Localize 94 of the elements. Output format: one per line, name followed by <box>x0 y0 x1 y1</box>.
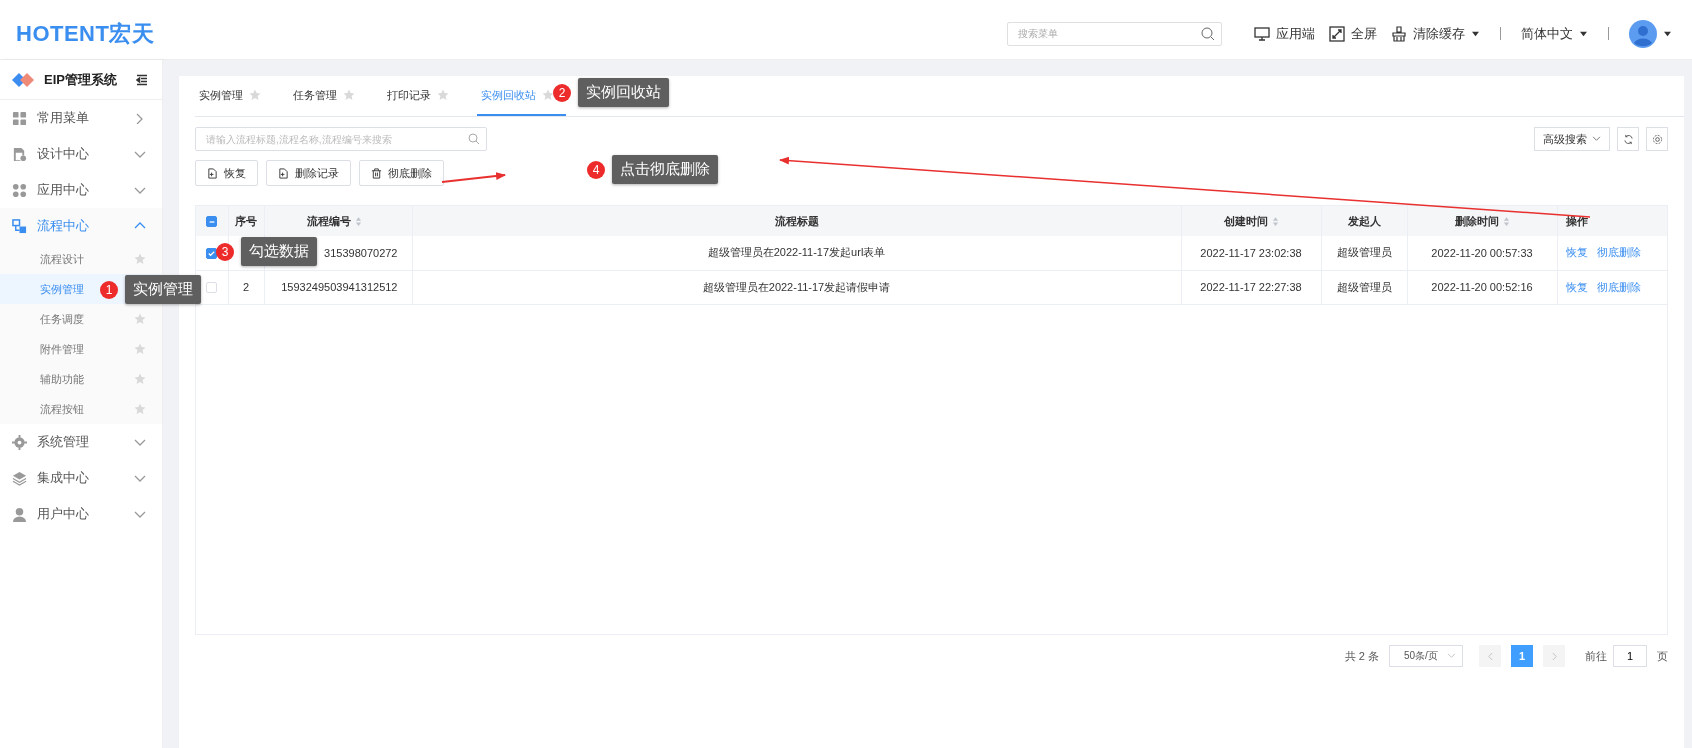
table-cell: 2022-11-20 00:57:33 <box>1431 246 1533 259</box>
callout-tooltip: 点击彻底删除 <box>612 155 718 184</box>
chevron-right-icon <box>1550 651 1558 661</box>
logo: HOTENT宏天 <box>16 19 155 48</box>
table-cell: 超级管理员在2022-11-17发起请假申请 <box>702 280 891 293</box>
chevron-down-icon <box>1592 136 1601 142</box>
sidebar-item[interactable]: 用户中心 <box>0 496 162 532</box>
chevron-down-icon <box>1447 653 1456 659</box>
fullscreen-icon <box>1329 25 1345 42</box>
star-icon <box>134 253 146 265</box>
header-action[interactable]: 应用端 <box>1254 24 1315 43</box>
star-icon <box>437 89 449 101</box>
document-plus-icon <box>278 167 289 179</box>
check-icon <box>207 249 217 259</box>
column-header: 流程标题 <box>774 213 819 229</box>
document-icon <box>12 146 27 162</box>
delete-records-button[interactable]: 删除记录 <box>266 160 351 186</box>
table-cell: 2 <box>242 281 250 293</box>
sidebar-item[interactable]: 常用菜单 <box>0 100 162 136</box>
star-icon <box>343 89 355 101</box>
column-header: 操作 <box>1565 213 1588 229</box>
table-cell: 2022-11-17 22:27:38 <box>1200 281 1302 293</box>
sidebar-item[interactable]: 应用中心 <box>0 172 162 208</box>
gear-icon <box>12 434 27 450</box>
table-cell: 315398070272 <box>324 246 398 259</box>
callout-tooltip: 实例回收站 <box>578 78 669 107</box>
goto-label: 前往 <box>1585 648 1607 664</box>
delete-permanently-button[interactable]: 彻底删除 <box>359 160 444 186</box>
avatar[interactable] <box>1629 19 1657 48</box>
user-icon <box>12 506 27 522</box>
search-field[interactable]: 搜索菜单 <box>1007 21 1222 46</box>
settings-icon <box>1651 133 1663 145</box>
checkbox[interactable] <box>206 248 218 260</box>
table-cell: 超级管理员 <box>1336 280 1392 293</box>
sidebar-item[interactable]: 集成中心 <box>0 460 162 496</box>
sidebar-subitem[interactable]: 流程按钮 <box>0 394 162 424</box>
tab[interactable]: 实例管理 <box>195 76 273 116</box>
sidebar-item[interactable]: 系统管理 <box>0 424 162 460</box>
monitor-icon <box>1254 25 1270 42</box>
sidebar-subitem[interactable]: 辅助功能 <box>0 364 162 394</box>
broom-icon <box>1391 25 1407 42</box>
action-link[interactable]: 彻底删除 <box>1596 280 1641 293</box>
star-icon <box>134 313 146 325</box>
callout-tooltip: 勾选数据 <box>241 237 317 266</box>
tab[interactable]: 打印记录 <box>383 76 461 116</box>
sidebar-subitem[interactable]: 附件管理 <box>0 334 162 364</box>
page-size-select[interactable]: 50条/页 <box>1389 645 1463 667</box>
star-icon <box>134 373 146 385</box>
sidebar-item[interactable]: 设计中心 <box>0 136 162 172</box>
action-link[interactable]: 恢复 <box>1565 246 1588 259</box>
column-header: 序号 <box>235 213 257 229</box>
star-icon <box>134 403 146 415</box>
header-action[interactable]: 清除缓存 <box>1391 24 1480 43</box>
table-cell: 超级管理员在2022-11-17发起url表单 <box>707 246 886 259</box>
sidebar-subitem[interactable]: 流程设计 <box>0 244 162 274</box>
advanced-search-button[interactable]: 高级搜索 <box>1534 127 1610 151</box>
refresh-button[interactable] <box>1617 127 1639 151</box>
page-input[interactable]: 1 <box>1613 645 1647 667</box>
star-icon <box>542 89 554 101</box>
header-action[interactable]: 简体中文 <box>1521 24 1588 43</box>
flow-icon <box>12 218 27 234</box>
grid-icon <box>12 110 27 126</box>
star-icon <box>249 89 261 101</box>
chevron-left-icon <box>1486 651 1494 661</box>
restore-button[interactable]: 恢复 <box>195 160 258 186</box>
table-cell: 1593249503941312512 <box>281 281 398 293</box>
page-unit: 页 <box>1657 648 1668 664</box>
trash-icon <box>371 167 382 179</box>
apps-icon <box>12 182 27 198</box>
total-count: 共 2 条 <box>1344 648 1379 664</box>
column-header[interactable]: 删除时间 <box>1454 213 1510 229</box>
checkbox[interactable] <box>206 216 218 228</box>
search-field[interactable]: 请输入流程标题,流程名称,流程编号来搜索 <box>195 127 487 151</box>
settings-button[interactable] <box>1646 127 1668 151</box>
diamond-logo-icon <box>12 71 36 88</box>
header-action[interactable]: 全屏 <box>1329 24 1377 43</box>
callout-tooltip: 实例管理 <box>125 275 201 304</box>
search-icon <box>1201 26 1215 41</box>
star-icon <box>134 343 146 355</box>
table-cell: 超级管理员 <box>1336 246 1392 259</box>
search-icon <box>468 133 480 145</box>
sidebar-subitem[interactable]: 任务调度 <box>0 304 162 334</box>
layers-icon <box>12 470 27 486</box>
action-link[interactable]: 彻底删除 <box>1596 246 1641 259</box>
refresh-icon <box>1622 133 1634 145</box>
arrow <box>441 172 506 183</box>
column-header: 发起人 <box>1347 213 1381 229</box>
menu-fold-icon[interactable] <box>136 73 148 86</box>
table-cell: 2022-11-20 00:52:16 <box>1431 281 1533 293</box>
document-plus-icon <box>207 167 218 179</box>
tab[interactable]: 任务管理 <box>289 76 367 116</box>
table-cell: 2022-11-17 23:02:38 <box>1200 246 1302 259</box>
action-link[interactable]: 恢复 <box>1565 280 1588 293</box>
system-title: EIP管理系统 <box>44 70 118 89</box>
